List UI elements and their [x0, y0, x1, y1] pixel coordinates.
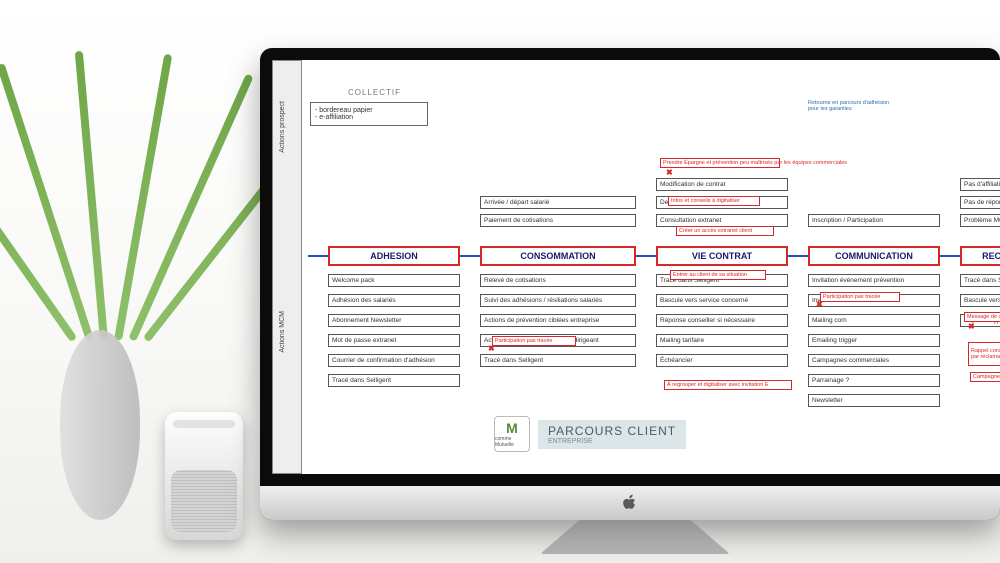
step-card: Bascule vers service concerné: [656, 294, 788, 307]
red-note: Participation pas tracée: [820, 292, 900, 302]
step-card: Réponse conseiller si nécessaire: [656, 314, 788, 327]
apple-logo-icon: [622, 494, 638, 512]
step-card: Modification de contrat: [656, 178, 788, 191]
customer-journey-diagram: Actions prospect Actions MCM COLLECTIF -…: [272, 60, 1000, 474]
step-card: Campagnes commerciales: [808, 354, 940, 367]
stage-reclamation: RECLAMATION: [960, 246, 1000, 266]
stage-vie contrat: VIE CONTRAT: [656, 246, 788, 266]
smart-speaker: [165, 412, 243, 540]
step-card: Courrier de confirmation d'adhésion: [328, 354, 460, 367]
red-note: Créer un accès extranet client: [676, 226, 774, 236]
blue-note: Retourne en parcours d'adhésion pour les…: [808, 100, 898, 112]
collectif-item: - bordereau papier: [315, 107, 423, 114]
step-card: Tracé dans Selligent: [480, 354, 636, 367]
step-card: Actions de prévention ciblées entreprise: [480, 314, 636, 327]
step-card: Pas d'affiliation salarié/résiliation: [960, 178, 1000, 191]
red-note: Infos et conseils à digitaliser: [668, 196, 760, 206]
diagram-content: COLLECTIF - bordereau papier - e-affilia…: [308, 60, 1000, 474]
step-card: Parrainage ?: [808, 374, 940, 387]
step-card: Tracé dans Selligent: [328, 374, 460, 387]
step-card: Abonnement Newsletter: [328, 314, 460, 327]
swimlane-label-prospect: Actions prospect: [279, 101, 286, 153]
step-card: Suivi des adhésions / résiliations salar…: [480, 294, 636, 307]
step-card: Arrivée / départ salarié: [480, 196, 636, 209]
step-card: Tracé dans Sel…: [960, 274, 1000, 287]
monitor-chin: [260, 486, 1000, 520]
step-card: Mot de passe extranet: [328, 334, 460, 347]
red-note: Message de confirmation de prise en char…: [964, 312, 1000, 322]
step-card: Bascule vers service…: [960, 294, 1000, 307]
stage-adhesion: ADHESION: [328, 246, 460, 266]
step-card: Emailing trigger: [808, 334, 940, 347]
collectif-box: - bordereau papier - e-affiliation: [310, 102, 428, 126]
step-card: Welcome pack: [328, 274, 460, 287]
title-block: M comme Mutuelle PARCOURS CLIENT ENTREPR…: [494, 416, 686, 452]
diagram-title: PARCOURS CLIENT ENTREPRISE: [538, 420, 686, 449]
collectif-heading: COLLECTIF: [348, 88, 401, 97]
step-card: Invitation événement prévention: [808, 274, 940, 287]
swimlane-gutter: Actions prospect Actions MCM: [272, 60, 302, 474]
red-note: Participation pas tracée: [492, 336, 576, 346]
red-note: Prendre Épargne et prévention peu maîtri…: [660, 158, 780, 168]
stage-communication: COMMUNICATION: [808, 246, 940, 266]
red-note: Entrer au client de sa situation: [670, 270, 766, 280]
vase: [60, 330, 140, 520]
step-card: Adhésion des salariés: [328, 294, 460, 307]
brand-logo: M comme Mutuelle: [494, 416, 530, 452]
step-card: Mailing tarifaire: [656, 334, 788, 347]
swimlane-label-mcm: Actions MCM: [279, 311, 286, 353]
monitor-screen: Actions prospect Actions MCM COLLECTIF -…: [260, 48, 1000, 520]
step-card: Échéancier: [656, 354, 788, 367]
red-note: Campagne de resatisfaction client: [970, 372, 1000, 382]
red-note: À regrouper et digitaliser avec invitati…: [664, 380, 792, 390]
step-card: Problème MCM: [960, 214, 1000, 227]
red-note: Rappel conseiller p ? N° de dossier par …: [968, 342, 1000, 366]
step-card: Relevé de cotisations: [480, 274, 636, 287]
step-card: Mailing com: [808, 314, 940, 327]
scene: Actions prospect Actions MCM COLLECTIF -…: [0, 0, 1000, 563]
screen-content: Actions prospect Actions MCM COLLECTIF -…: [272, 60, 1000, 474]
collectif-item: - e-affiliation: [315, 114, 423, 121]
step-card: Paiement de cotisations: [480, 214, 636, 227]
monitor: Actions prospect Actions MCM COLLECTIF -…: [260, 48, 1000, 520]
stage-consommation: CONSOMMATION: [480, 246, 636, 266]
step-card: Newsletter: [808, 394, 940, 407]
step-card: Inscription / Participation: [808, 214, 940, 227]
step-card: Pas de réponse / réponse différente / pa…: [960, 196, 1000, 209]
